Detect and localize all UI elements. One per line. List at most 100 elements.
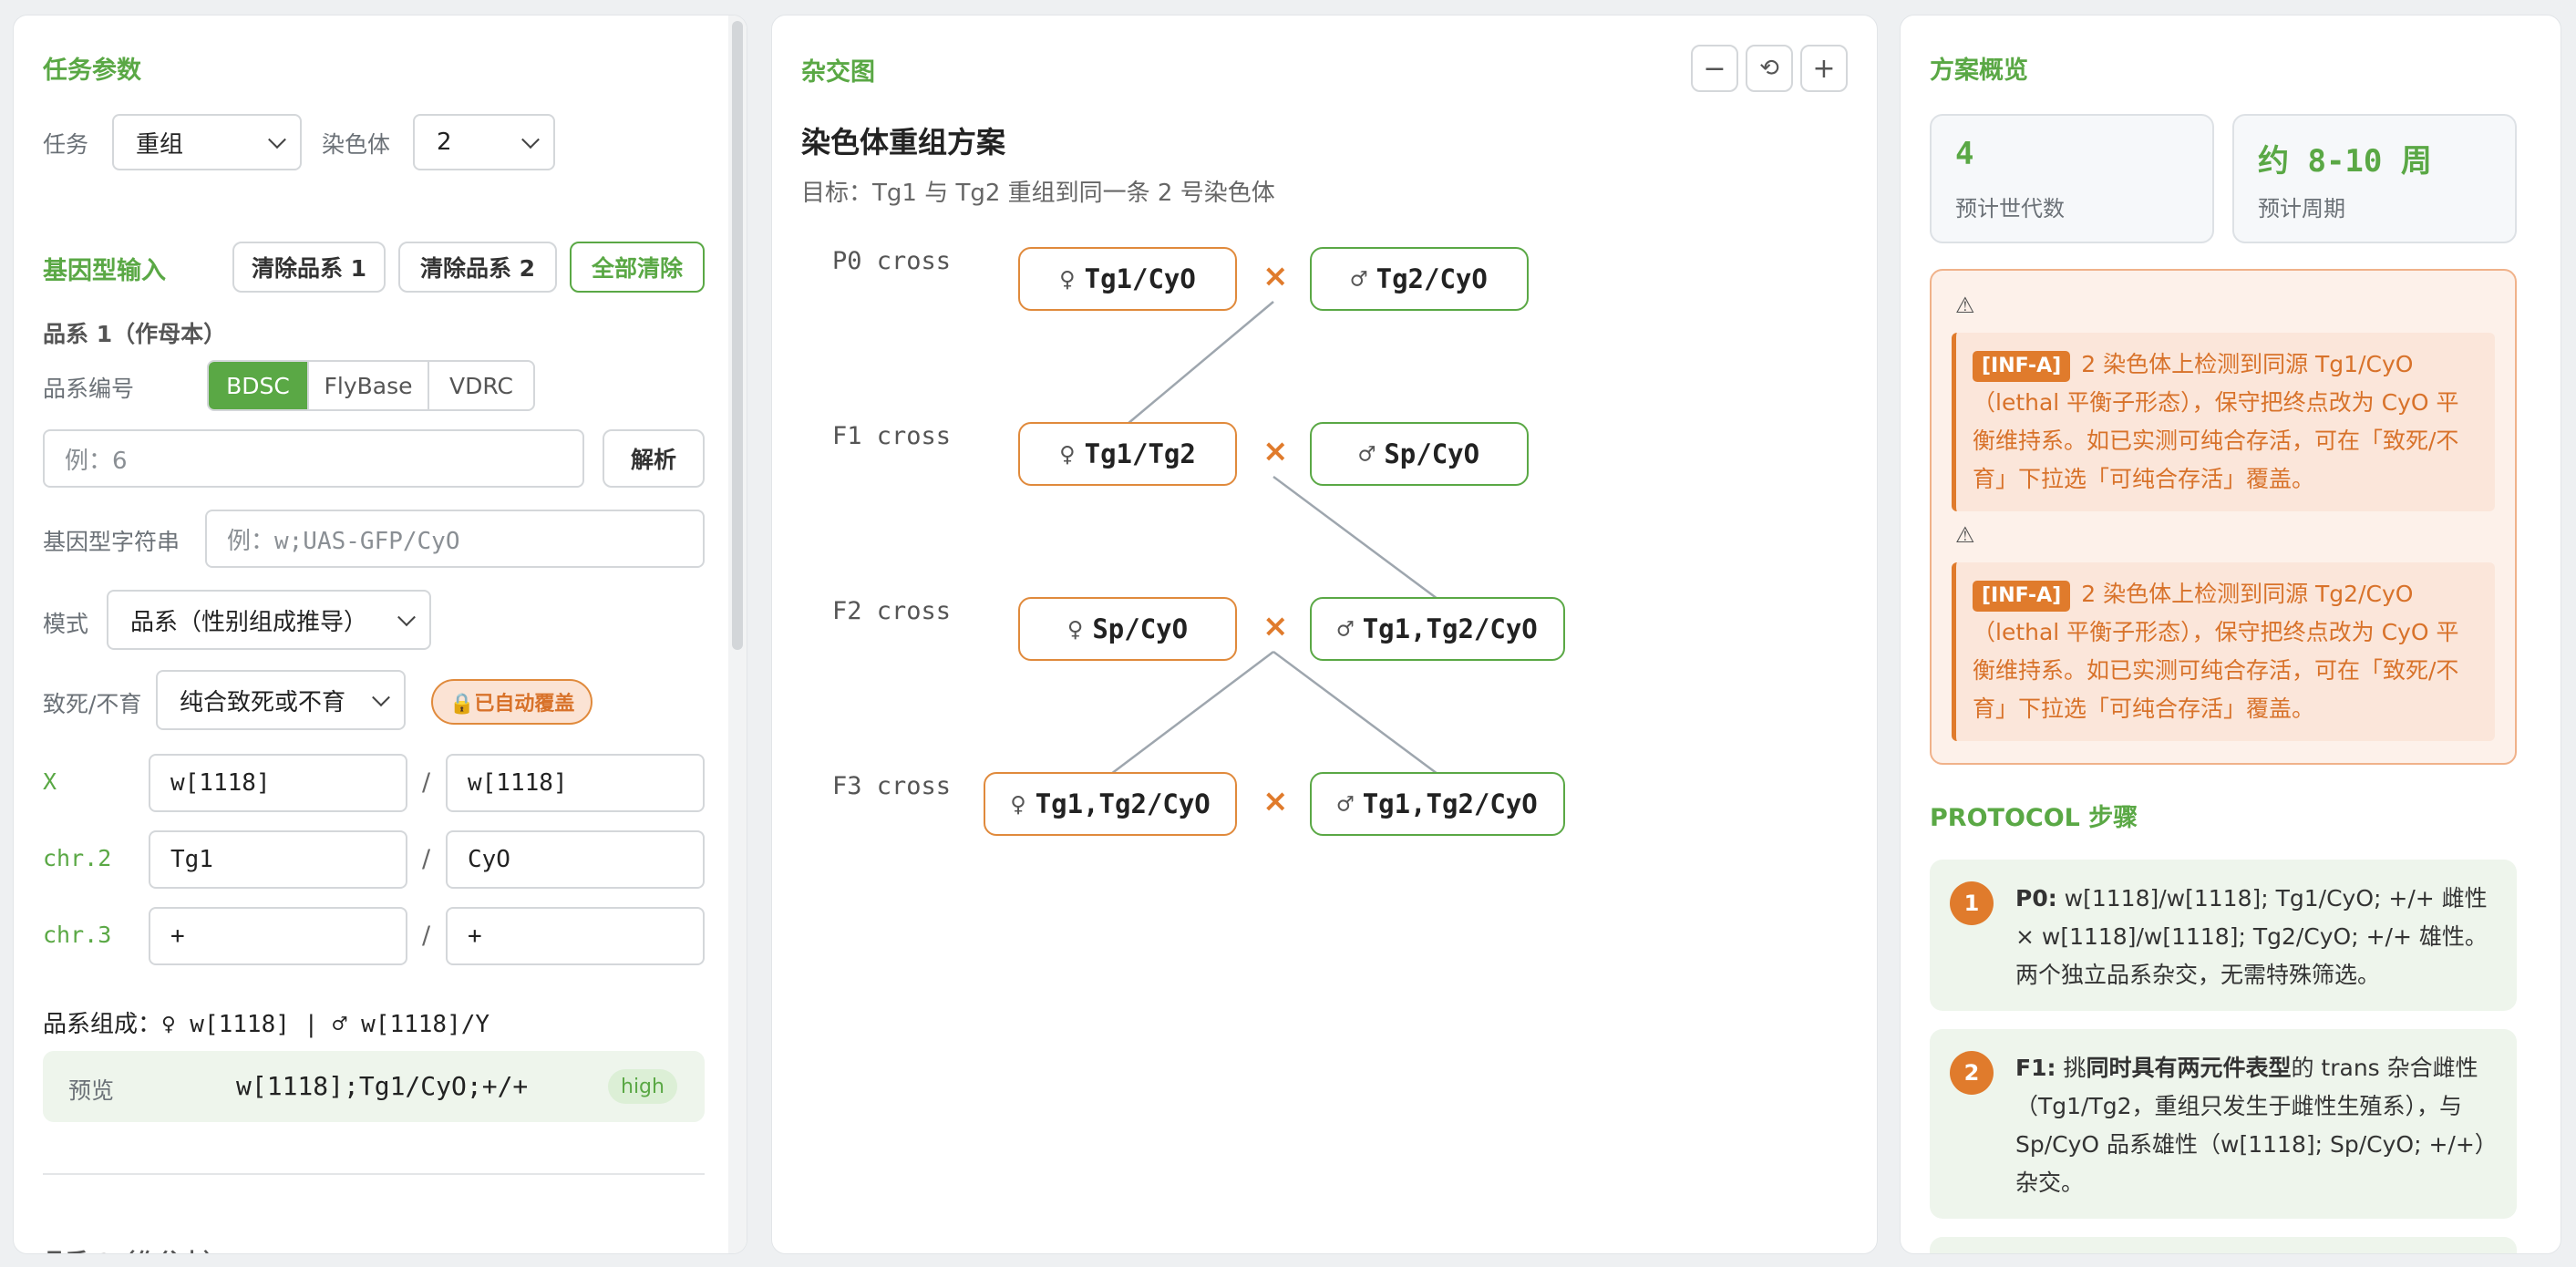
female-symbol: ♀ (1059, 438, 1076, 469)
warning-icon: ⚠ (1955, 522, 1975, 548)
strain-id-label: 品系编号 (43, 376, 135, 402)
warning-item: [INF-A] 2 染色体上检测到同源 Tg1/CyO（lethal 平衡子形态）… (1952, 333, 2495, 511)
female-symbol: ♀ (1059, 263, 1076, 294)
overview-panel: 方案概览 4 预计世代数 约 8-10 周 预计周期 ⚠ [INF-A] 2 染色… (1900, 15, 2561, 1254)
chr-3-allele2-input[interactable]: + (446, 907, 705, 965)
strain-id-input[interactable]: 例：6 (43, 429, 584, 488)
db-tab-flybase[interactable]: FlyBase (307, 362, 428, 409)
overview-title: 方案概览 (1930, 57, 2028, 85)
node-label: Tg1,Tg2/CyO (1362, 788, 1538, 819)
warning-icon: ⚠ (1955, 293, 1975, 318)
cross-icon: × (1262, 433, 1289, 469)
gen-label-f3: F3 cross (832, 772, 952, 800)
chr-3-label: chr.3 (43, 922, 112, 948)
male-symbol: ♂ (1351, 263, 1367, 294)
task-params-panel: 任务参数 任务 重组 染色体 2 基因型输入 清除品系 1 清除品系 2 全部清… (13, 15, 747, 1254)
chr-x-label: X (43, 768, 57, 795)
cross-icon: × (1262, 608, 1289, 644)
chr-x-slash: / (422, 768, 431, 797)
step-number: 2 (1950, 1051, 1994, 1095)
task-select-value: 重组 (136, 130, 184, 159)
protocol-title: PROTOCOL 步骤 (1930, 804, 2138, 832)
node-f1-female[interactable]: ♀ Tg1/Tg2 (1018, 422, 1237, 486)
clear-all-button[interactable]: 全部清除 (570, 242, 705, 293)
left-scrollbar[interactable] (728, 15, 747, 1253)
preview-box: 预览 w[1118];Tg1/CyO;+/+ high (43, 1051, 705, 1122)
chevron-down-icon (372, 688, 390, 707)
chromosome-select-value: 2 (437, 129, 452, 156)
chr-2-allele2-input[interactable]: CyO (446, 830, 705, 889)
chr-x-allele2-input[interactable]: w[1118] (446, 754, 705, 812)
step-number: 1 (1950, 881, 1994, 925)
connector-f2-f3-male (1273, 650, 1438, 776)
gen-label-f1: F1 cross (832, 422, 952, 450)
cross-diagram-panel: 杂交图 − ⟲ + 染色体重组方案 目标：Tg1 与 Tg2 重组到同一条 2 … (771, 15, 1878, 1254)
lethal-select[interactable]: 纯合致死或不育 (156, 670, 406, 730)
left-scroll-thumb[interactable] (732, 21, 743, 650)
warning-tag: [INF-A] (1973, 351, 2071, 382)
step-pre: 挑 (2063, 1055, 2087, 1081)
genotype-input-title: 基因型输入 (43, 257, 166, 285)
protocol-step: 2 F1: 挑同时具有两元件表型的 trans 杂合雌性（Tg1/Tg2，重组只… (1930, 1029, 2517, 1219)
period-stat: 约 8-10 周 预计周期 (2232, 114, 2517, 243)
gen-label-p0: P0 cross (832, 247, 952, 275)
node-label: Sp/CyO (1384, 438, 1480, 469)
protocol-step: 1 P0: w[1118]/w[1118]; Tg1/CyO; +/+ 雌性 ×… (1930, 860, 2517, 1011)
db-tab-bdsc[interactable]: BDSC (209, 362, 307, 409)
auto-override-badge: 🔒已自动覆盖 (431, 679, 593, 725)
chevron-down-icon (521, 130, 540, 149)
node-label: Tg1,Tg2/CyO (1362, 613, 1538, 644)
generations-stat: 4 预计世代数 (1930, 114, 2214, 243)
warning-item: [INF-A] 2 染色体上检测到同源 Tg2/CyO（lethal 平衡子形态）… (1952, 562, 2495, 741)
node-f1-male[interactable]: ♂ Sp/CyO (1310, 422, 1529, 486)
chevron-down-icon (268, 130, 286, 149)
clear-strain1-button[interactable]: 清除品系 1 (232, 242, 386, 293)
cross-icon: × (1262, 783, 1289, 819)
chr-2-slash: / (422, 845, 431, 873)
lethal-select-value: 纯合致死或不育 (180, 688, 346, 716)
chevron-down-icon (397, 608, 416, 627)
chr-3-allele1-input[interactable]: + (149, 907, 407, 965)
male-symbol: ♂ (1337, 613, 1354, 644)
node-p0-male[interactable]: ♂ Tg2/CyO (1310, 247, 1529, 311)
connector-f2-f3-female (1110, 651, 1274, 775)
node-f2-female[interactable]: ♀ Sp/CyO (1018, 597, 1237, 661)
chromosome-select[interactable]: 2 (413, 114, 555, 170)
node-label: Tg2/CyO (1376, 263, 1488, 294)
node-f3-male[interactable]: ♂ Tg1,Tg2/CyO (1310, 772, 1565, 836)
db-tab-vdrc[interactable]: VDRC (428, 362, 533, 409)
node-label: Tg1,Tg2/CyO (1035, 788, 1211, 819)
task-select[interactable]: 重组 (112, 114, 302, 170)
node-p0-female[interactable]: ♀ Tg1/CyO (1018, 247, 1237, 311)
strain1-title: 品系 1（作母本） (43, 321, 227, 347)
protocol-step-next (1930, 1237, 2517, 1253)
connector-p0-f1 (1127, 301, 1274, 425)
strain-composition: 品系组成：♀ w[1118] | ♂ w[1118]/Y (43, 1011, 490, 1038)
preview-value: w[1118];Tg1/CyO;+/+ (236, 1071, 529, 1101)
genotype-string-input[interactable]: 例：w;UAS-GFP/CyO (205, 510, 705, 568)
genotype-string-label: 基因型字符串 (43, 529, 180, 555)
mode-select-value: 品系（性别组成推导） (130, 608, 368, 636)
chr-2-label: chr.2 (43, 845, 112, 871)
step-bold: 同时具有两元件表型 (2086, 1055, 2292, 1081)
confidence-badge: high (608, 1069, 677, 1104)
strain2-title: 品系 2（作父本） (43, 1244, 226, 1253)
parse-button[interactable]: 解析 (603, 429, 705, 488)
divider (43, 1173, 705, 1175)
step-text: w[1118]/w[1118]; Tg1/CyO; +/+ 雌性 × w[111… (2015, 885, 2488, 988)
preview-label: 预览 (68, 1077, 115, 1104)
node-f2-male[interactable]: ♂ Tg1,Tg2/CyO (1310, 597, 1565, 661)
female-symbol: ♀ (1010, 788, 1026, 819)
chr-x-allele1-input[interactable]: w[1118] (149, 754, 407, 812)
task-params-title: 任务参数 (43, 57, 141, 85)
task-label: 任务 (43, 131, 89, 158)
mode-select[interactable]: 品系（性别组成推导） (107, 590, 431, 650)
chr-3-slash: / (422, 922, 431, 950)
node-f3-female[interactable]: ♀ Tg1,Tg2/CyO (984, 772, 1237, 836)
generations-value: 4 (1955, 136, 1974, 172)
cross-icon: × (1262, 258, 1289, 294)
mode-label: 模式 (43, 611, 89, 637)
clear-strain2-button[interactable]: 清除品系 2 (398, 242, 557, 293)
step-head: P0: (2015, 885, 2057, 912)
chr-2-allele1-input[interactable]: Tg1 (149, 830, 407, 889)
